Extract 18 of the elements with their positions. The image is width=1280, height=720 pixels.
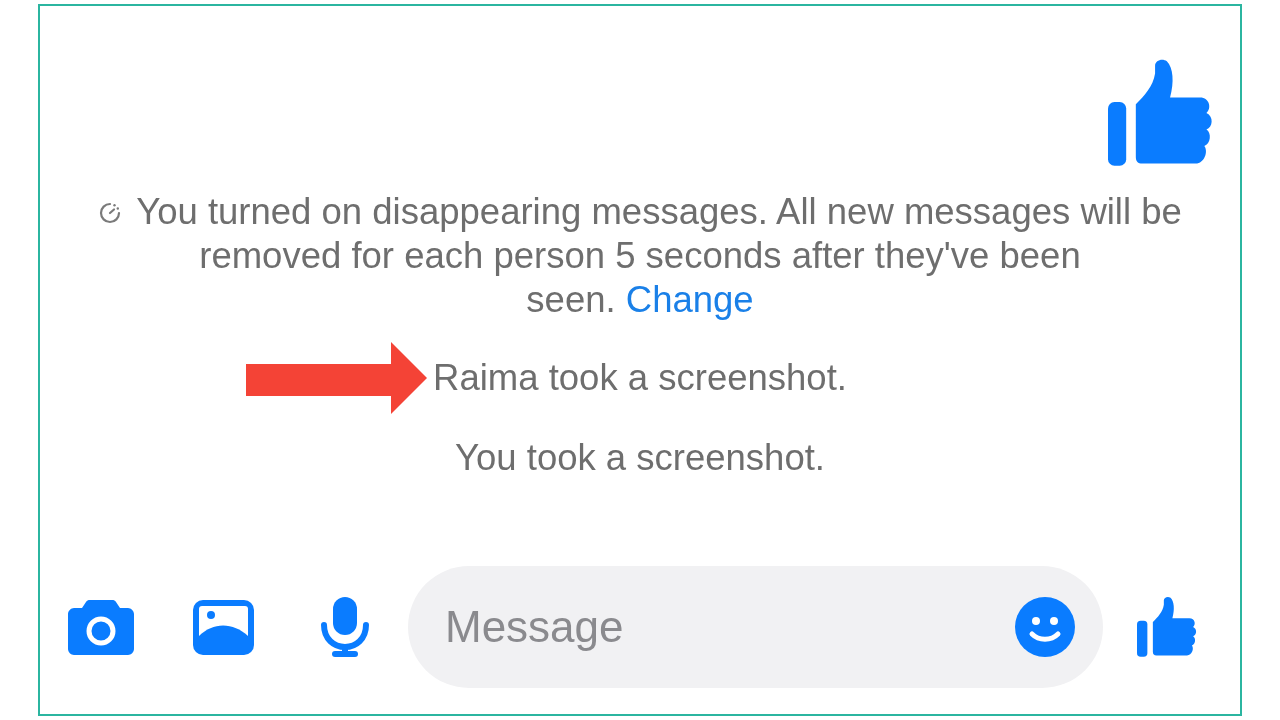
timer-icon <box>98 201 123 225</box>
notice-text: Raima took a screenshot. <box>433 357 847 398</box>
thumbs-up-icon <box>1108 58 1215 168</box>
camera-button[interactable] <box>68 599 134 655</box>
camera-icon <box>68 599 134 655</box>
notice-text: You turned on disappearing messages. All new messages will be removed for each person 5 seconds after they've been seen. Change <box>136 191 1182 320</box>
microphone-button[interactable] <box>320 597 370 657</box>
gallery-button[interactable] <box>193 599 254 655</box>
thumbs-up-icon <box>1137 596 1198 658</box>
image-icon <box>193 599 254 655</box>
smiley-icon <box>1015 597 1075 657</box>
notice-text: You took a screenshot. <box>455 437 825 478</box>
like-button[interactable] <box>1137 596 1198 658</box>
message-input[interactable]: Message <box>445 602 995 652</box>
message-field[interactable]: Message <box>408 566 1103 688</box>
microphone-icon <box>320 597 370 657</box>
change-link[interactable]: Change <box>625 279 754 320</box>
emoji-button[interactable] <box>1015 597 1075 657</box>
